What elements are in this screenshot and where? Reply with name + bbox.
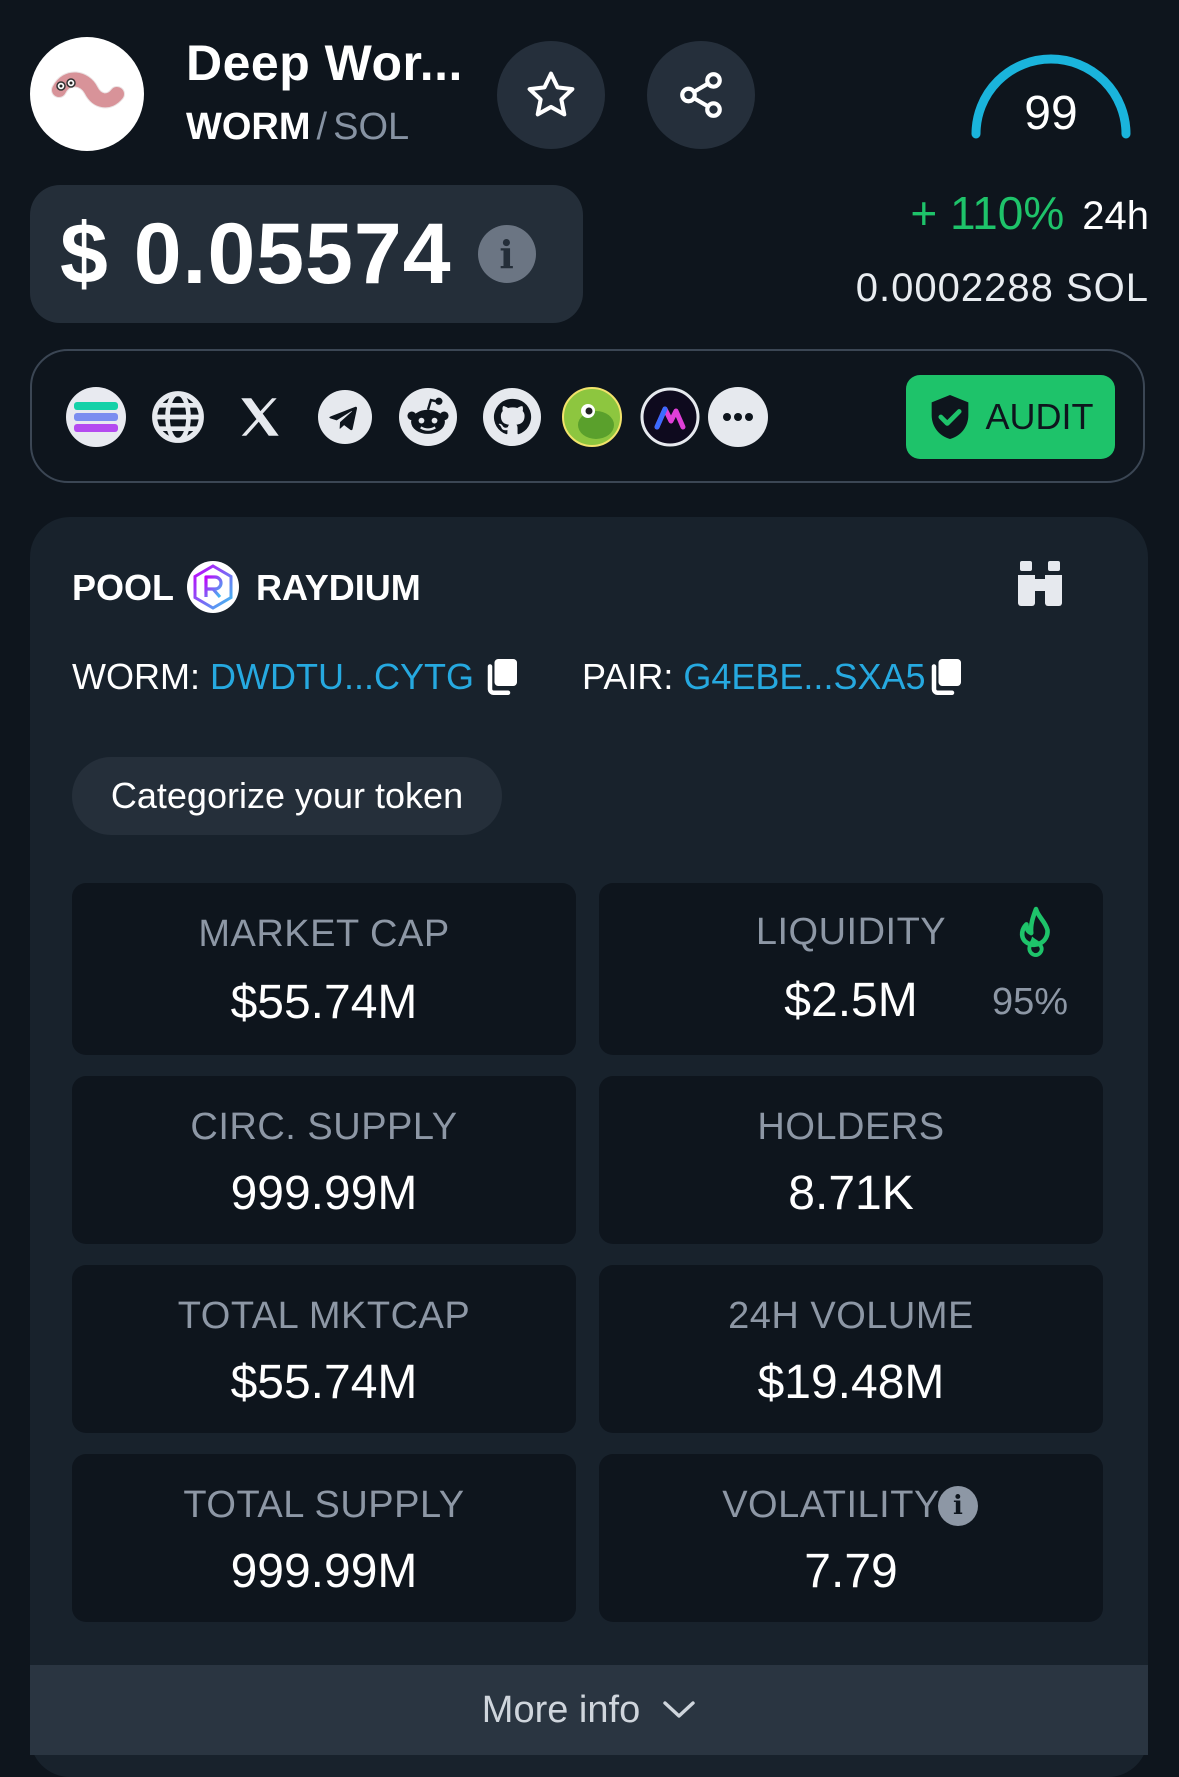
stat-label: VOLATILITY [722, 1484, 940, 1526]
copy-token-address-icon[interactable] [484, 657, 520, 702]
pair-address-key: PAIR: [582, 656, 674, 697]
pool-label: POOL [72, 567, 175, 608]
price-change: + 110% 24h [910, 186, 1149, 240]
binoculars-icon[interactable] [1014, 559, 1066, 612]
star-icon [527, 71, 575, 117]
volatility-info-icon[interactable]: i [938, 1486, 978, 1526]
token-address-link[interactable]: DWDTU...CYTG [210, 656, 474, 697]
stat-label: MARKET CAP [198, 913, 450, 955]
stat-label: TOTAL MKTCAP [177, 1295, 471, 1337]
worm-icon [51, 71, 125, 109]
audit-button[interactable]: AUDIT [906, 375, 1115, 459]
stat-label: TOTAL SUPPLY [183, 1484, 465, 1526]
solana-icon[interactable] [66, 387, 126, 447]
categorize-token-button[interactable]: Categorize your token [72, 757, 502, 835]
stat-value: 8.71K [788, 1167, 914, 1220]
stat-circ-supply: CIRC. SUPPLY 999.99M [72, 1076, 576, 1244]
liquidity-burn-percent: 95% [992, 981, 1069, 1023]
base-symbol: WORM [186, 106, 311, 148]
quote-symbol: SOL [333, 106, 410, 148]
stat-value: $19.48M [757, 1356, 945, 1409]
github-icon[interactable] [482, 387, 542, 447]
globe-icon[interactable] [148, 387, 208, 447]
reddit-icon[interactable] [398, 387, 458, 447]
token-pair: WORM / SOL [186, 106, 409, 149]
x-icon[interactable] [230, 387, 290, 447]
stat-liquidity: LIQUIDITY $2.5M 95% [599, 883, 1103, 1055]
shield-check-icon [931, 395, 968, 439]
chevron-down-icon [663, 1701, 695, 1718]
stat-value: 999.99M [230, 1545, 418, 1598]
pair-address: PAIR: G4EBE...SXA5 [582, 656, 926, 698]
share-icon [680, 72, 722, 118]
copy-pair-address-icon[interactable] [928, 657, 964, 702]
token-address-key: WORM: [72, 656, 200, 697]
stat-market-cap: MARKET CAP $55.74M [72, 883, 576, 1055]
stat-total-mktcap: TOTAL MKTCAP $55.74M [72, 1265, 576, 1433]
change-percent: + 110% [910, 187, 1065, 239]
coingecko-icon[interactable] [562, 387, 622, 447]
share-button[interactable] [647, 41, 755, 149]
dex-name: RAYDIUM [256, 567, 421, 608]
more-icon[interactable] [708, 387, 768, 447]
token-name: Deep Wor... [186, 35, 463, 91]
stat-value: $55.74M [230, 1356, 418, 1409]
telegram-icon[interactable] [315, 387, 375, 447]
flame-icon [1013, 905, 1059, 968]
stat-holders: HOLDERS 8.71K [599, 1076, 1103, 1244]
token-address: WORM: DWDTU...CYTG [72, 656, 474, 698]
pair-separator: / [316, 106, 328, 148]
stat-value: 999.99M [230, 1167, 418, 1220]
token-logo [30, 37, 144, 151]
stat-volatility: VOLATILITY i 7.79 [599, 1454, 1103, 1622]
audit-label: AUDIT [985, 396, 1094, 437]
pair-address-link[interactable]: G4EBE...SXA5 [683, 656, 925, 697]
more-info-label: More info [481, 1688, 641, 1731]
stat-24h-volume: 24H VOLUME $19.48M [599, 1265, 1103, 1433]
price-box: $ 0.05574 i [30, 185, 583, 323]
price-info-icon[interactable]: i [477, 225, 536, 283]
more-info-button[interactable]: More info [30, 1665, 1148, 1755]
raydium-icon [187, 561, 239, 613]
dapp-icon[interactable] [640, 387, 700, 447]
stat-label: 24H VOLUME [728, 1295, 974, 1337]
score-value: 99 [1024, 87, 1078, 140]
price-usd: $ 0.05574 [60, 205, 452, 302]
favorite-button[interactable] [497, 41, 605, 149]
stat-value: 7.79 [804, 1545, 898, 1598]
stat-total-supply: TOTAL SUPPLY 999.99M [72, 1454, 576, 1622]
change-period: 24h [1082, 194, 1149, 238]
stat-label: HOLDERS [757, 1106, 945, 1148]
stat-label: CIRC. SUPPLY [190, 1106, 458, 1148]
price-sol: 0.0002288 SOL [855, 266, 1149, 310]
stat-value: $55.74M [230, 976, 418, 1029]
